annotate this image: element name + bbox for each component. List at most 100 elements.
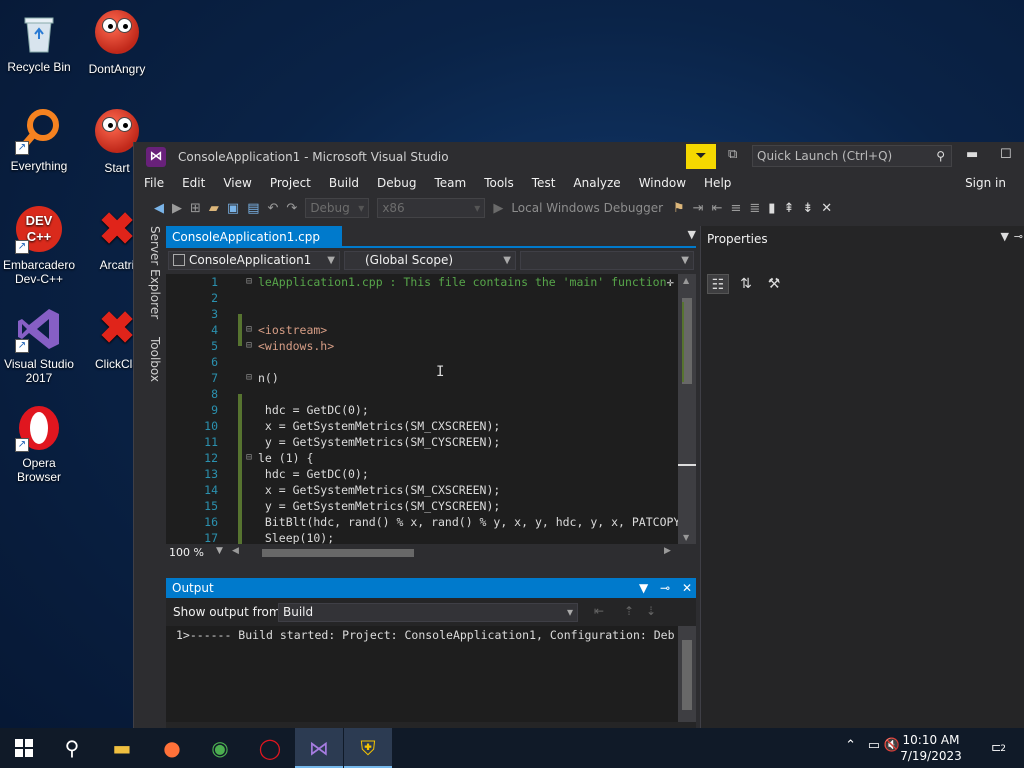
uncomment-icon[interactable]: ≣ <box>749 201 760 216</box>
feedback-filter-icon[interactable]: ⏷ <box>686 144 716 169</box>
bookmark-prev-icon[interactable]: ⇞ <box>783 201 794 216</box>
toolbox-tab[interactable]: Toolbox <box>148 337 162 382</box>
menu-file[interactable]: File <box>144 176 164 190</box>
desktop-icon-visual-studio[interactable]: ↗ Visual Studio 2017 <box>0 305 78 385</box>
menu-team[interactable]: Team <box>434 176 466 190</box>
output-text[interactable]: 1>------ Build started: Project: Console… <box>166 626 678 722</box>
menu-debug[interactable]: Debug <box>377 176 416 190</box>
comment-icon[interactable]: ≡ <box>730 201 741 216</box>
fold-icon[interactable]: ⊟ <box>246 322 252 338</box>
fold-icon[interactable]: ⊟ <box>246 338 252 354</box>
pin-icon[interactable]: ⊸ <box>660 581 670 595</box>
split-window-icon[interactable]: ✛ <box>667 275 674 289</box>
back-icon[interactable]: ◀ <box>154 201 164 216</box>
properties-dropdown-icon[interactable]: ▼ <box>1001 230 1009 243</box>
menu-test[interactable]: Test <box>532 176 556 190</box>
feedback-icon[interactable]: ⧉ <box>728 147 737 162</box>
sign-in-link[interactable]: Sign in <box>965 176 1006 190</box>
code-line: 3 <box>166 306 678 322</box>
fold-icon[interactable]: ⊟ <box>246 370 252 386</box>
notification-count: 2 <box>1000 744 1006 754</box>
menu-edit[interactable]: Edit <box>182 176 205 190</box>
find-icon[interactable]: ⚑ <box>673 201 685 216</box>
desktop-icon-recycle-bin[interactable]: Recycle Bin <box>0 8 78 74</box>
categorized-icon[interactable]: ☷ <box>707 274 729 294</box>
server-explorer-tab[interactable]: Server Explorer <box>148 226 162 319</box>
scroll-right-icon[interactable]: ▶ <box>664 546 671 556</box>
visual-studio-taskbar-icon[interactable]: ⋈ <box>295 728 343 768</box>
save-all-icon[interactable]: ▤ <box>247 201 259 216</box>
outdent-icon[interactable]: ⇤ <box>712 201 723 216</box>
line-number: 5 <box>211 339 218 353</box>
save-icon[interactable]: ▣ <box>227 201 239 216</box>
tab-dropdown-icon[interactable]: ▼ <box>688 228 696 241</box>
indent-icon[interactable]: ⇥ <box>693 201 704 216</box>
fold-icon[interactable]: ⊟ <box>246 274 252 290</box>
desktop-icon-dontangry[interactable]: DontAngry <box>78 8 156 76</box>
menu-tools[interactable]: Tools <box>484 176 514 190</box>
start-debugger-button[interactable]: Local Windows Debugger <box>511 201 663 215</box>
document-tab[interactable]: ConsoleApplication1.cpp ⊸ ✕ <box>166 226 342 266</box>
firefox-icon[interactable]: ● <box>148 728 196 768</box>
opera-icon[interactable]: ◯ <box>246 728 294 768</box>
menu-view[interactable]: View <box>223 176 251 190</box>
forward-icon[interactable]: ▶ <box>172 201 182 216</box>
find-message-icon[interactable]: ⇤ <box>594 604 604 618</box>
menu-analyze[interactable]: Analyze <box>573 176 620 190</box>
next-message-icon[interactable]: ⇣ <box>646 604 656 618</box>
member-select[interactable]: ▼ <box>520 251 694 270</box>
editor-vertical-scrollbar[interactable]: ▲ ▼ <box>678 274 696 544</box>
alphabetical-icon[interactable]: ⇅ <box>735 274 757 294</box>
horizontal-scroll-thumb[interactable] <box>262 549 414 557</box>
platform-select[interactable]: x86 <box>377 198 486 218</box>
zoom-level[interactable]: 100 % <box>169 546 204 559</box>
chrome-icon[interactable]: ◉ <box>196 728 244 768</box>
search-icon[interactable]: ⚲ <box>48 728 96 768</box>
undo-icon[interactable]: ↶ <box>268 201 279 216</box>
bookmark-next-icon[interactable]: ⇟ <box>802 201 813 216</box>
menu-build[interactable]: Build <box>329 176 359 190</box>
title-bar[interactable]: ⋈ ConsoleApplication1 - Microsoft Visual… <box>134 142 1024 172</box>
desktop-icon-opera[interactable]: ↗ Opera Browser <box>0 404 78 484</box>
editor-horizontal-scrollbar[interactable]: 100 % ▼ ◀ ▶ <box>166 544 696 562</box>
file-explorer-icon[interactable]: ▬ <box>98 728 146 768</box>
clock[interactable]: 10:10 AM 7/19/2023 <box>896 732 966 764</box>
scroll-up-icon[interactable]: ▲ <box>683 276 689 285</box>
bookmark-clear-icon[interactable]: ✕ <box>821 201 832 216</box>
chevron-up-icon[interactable]: ⌃ <box>845 738 856 753</box>
close-icon[interactable]: ✕ <box>682 581 692 595</box>
search-icon[interactable]: ⚲ <box>936 146 945 166</box>
menu-project[interactable]: Project <box>270 176 311 190</box>
menu-window[interactable]: Window <box>639 176 686 190</box>
desktop-icon-everything[interactable]: ↗ Everything <box>0 107 78 173</box>
fold-icon[interactable]: ⊟ <box>246 450 252 466</box>
quick-launch-input[interactable]: Quick Launch (Ctrl+Q) ⚲ <box>752 145 952 167</box>
windows-start-icon[interactable] <box>0 728 48 768</box>
menu-help[interactable]: Help <box>704 176 731 190</box>
open-folder-icon[interactable]: ▰ <box>209 201 219 216</box>
play-icon[interactable]: ▶ <box>493 201 503 216</box>
desktop-icon-dev-cpp[interactable]: DEV C++ ↗ Embarcadero Dev-C++ <box>0 206 78 286</box>
output-title-bar[interactable]: Output ▼ ⊸ ✕ <box>166 578 696 598</box>
project-select[interactable]: ConsoleApplication1 ▼ <box>168 251 340 270</box>
minimize-icon[interactable]: ▬ <box>966 147 978 162</box>
output-vertical-scrollbar[interactable] <box>678 626 696 722</box>
configuration-select[interactable]: Debug <box>305 198 370 218</box>
shield-icon[interactable]: ⛨ <box>344 728 392 768</box>
network-icon[interactable]: ▭ <box>868 738 880 753</box>
maximize-icon[interactable]: ☐ <box>1000 147 1012 162</box>
previous-message-icon[interactable]: ⇡ <box>624 604 634 618</box>
bookmark-icon[interactable]: ▮ <box>768 201 775 216</box>
scroll-thumb[interactable] <box>682 640 692 710</box>
zoom-dropdown-icon[interactable]: ▼ <box>216 546 223 556</box>
dropdown-icon[interactable]: ▼ <box>639 581 648 595</box>
redo-icon[interactable]: ↷ <box>286 201 297 216</box>
scroll-down-icon[interactable]: ▼ <box>683 533 689 542</box>
property-pages-icon[interactable]: ⚒ <box>763 274 785 294</box>
new-project-icon[interactable]: ⊞ <box>190 201 201 216</box>
pin-icon[interactable]: ⊸ <box>1014 230 1023 243</box>
scroll-left-icon[interactable]: ◀ <box>232 546 239 556</box>
scope-select[interactable]: (Global Scope) ▼ <box>344 251 516 270</box>
code-text-area[interactable]: 1817 Sleep(10);16 BitBlt(hdc, rand() % x… <box>166 274 678 544</box>
output-source-select[interactable]: Build <box>278 603 578 622</box>
